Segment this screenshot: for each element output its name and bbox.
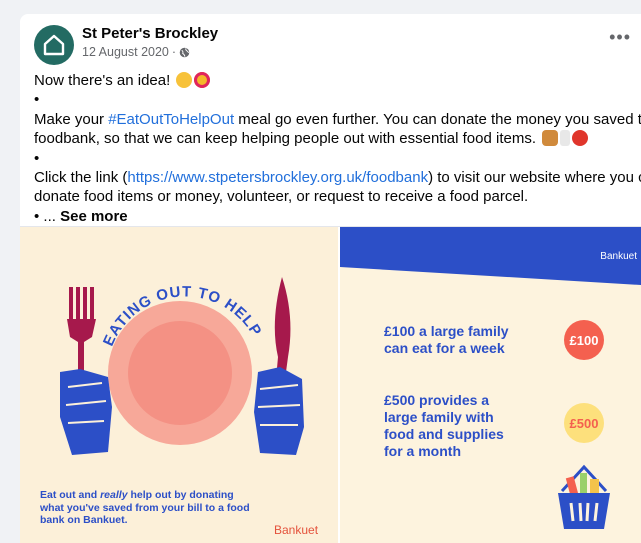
post-meta: 12 August 2020 · [82,45,190,59]
globe-icon [179,47,190,57]
post-line: • ... See more [34,207,128,225]
page-avatar[interactable] [34,25,74,65]
post-card: St Peter's Brockley 12 August 2020 · •••… [20,14,641,543]
post-text: Now there's an idea! • Make your #EatOut… [34,71,641,226]
post-line: • [34,91,40,109]
post-line: Click the link (https://www.stpetersbroc… [34,169,641,187]
thinking-emoji-icon [176,72,193,88]
poster-donation-values[interactable]: Bankuet £100 a large family can eat for … [340,227,641,543]
badge-100: £100 [564,320,604,360]
post-line: foodbank, so that we can keep helping pe… [34,129,634,148]
post-line: Make your #EatOutToHelpOut meal go even … [34,110,641,128]
stat-100: £100 a large family can eat for a week [384,323,509,356]
house-icon [43,34,65,56]
blue-banner [340,227,641,285]
bankuet-logo: Bankuet [274,523,319,537]
stat-500: £500 provides a large family with food a… [384,392,504,459]
bankuet-logo: Bankuet [600,251,637,262]
page-name[interactable]: St Peter's Brockley [82,25,218,42]
heart-eyes-emoji-icon [194,72,211,88]
milk-emoji-icon [560,130,571,147]
meta-separator: · [171,45,177,59]
poster-caption: Eat out and really help out by donating … [40,489,250,526]
post-line: Now there's an idea! [34,71,634,90]
tomato-emoji-icon [572,130,589,147]
see-more-button[interactable]: See more [60,208,128,225]
post-line: • [34,149,40,167]
post-media[interactable]: EATING OUT TO HELP OUT? Eat out and real… [20,226,641,543]
badge-500: £500 [564,403,604,443]
post-line: donate food items or money, volunteer, o… [34,188,529,206]
more-options-icon[interactable]: ••• [609,28,631,46]
hashtag-link[interactable]: #EatOutToHelpOut [108,111,234,128]
shopping-basket-icon [558,464,610,529]
poster-eat-out[interactable]: EATING OUT TO HELP OUT? Eat out and real… [20,227,338,543]
foodbank-link[interactable]: https://www.stpetersbrockley.org.uk/food… [127,169,428,186]
bread-emoji-icon [542,130,559,147]
post-date[interactable]: 12 August 2020 [82,45,169,59]
